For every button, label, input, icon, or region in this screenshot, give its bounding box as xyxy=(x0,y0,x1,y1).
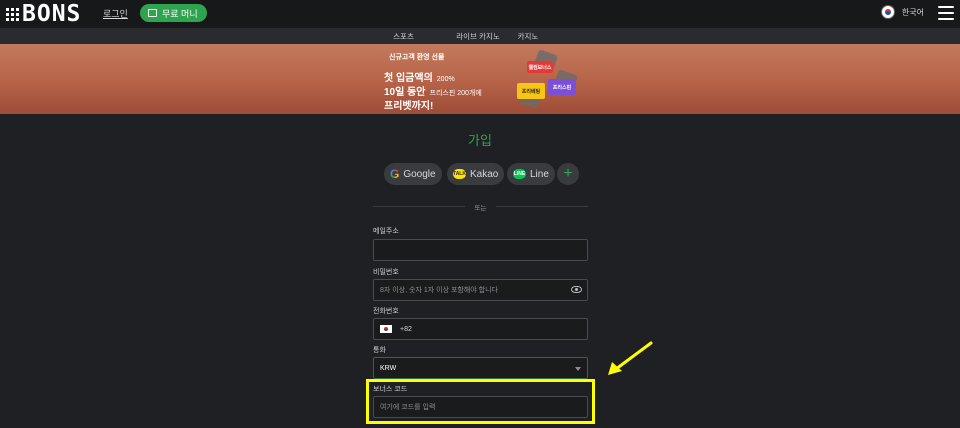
korea-flag-icon[interactable] xyxy=(380,325,392,333)
category-tabs: 스포츠 라이브 카지노 카지노 xyxy=(0,28,960,47)
eye-icon[interactable] xyxy=(571,286,582,293)
page-title: 가입 xyxy=(468,133,492,148)
logo-dots-icon xyxy=(6,7,19,21)
currency-label: 통화 xyxy=(373,347,386,354)
phone-field[interactable]: +82 xyxy=(373,318,588,340)
chevron-down-icon xyxy=(575,367,581,371)
line-login-button[interactable]: LINE Line xyxy=(507,163,555,185)
gift-icon xyxy=(148,9,157,17)
kakao-icon: TALK xyxy=(453,169,466,179)
google-icon: G xyxy=(390,167,400,181)
tab-sports[interactable]: 스포츠 xyxy=(387,31,420,47)
banner-line-2: 10일 동안 프리스핀 200개에 xyxy=(384,87,482,98)
line-icon: LINE xyxy=(513,169,526,179)
more-login-options-button[interactable]: + xyxy=(557,163,579,185)
tab-sports-label: 스포츠 xyxy=(393,32,414,41)
banner-chip-welcome: 웰컴보너스 xyxy=(527,61,553,73)
password-label: 비밀번호 xyxy=(373,269,399,276)
banner-chip-freespin: 프리스핀 xyxy=(548,79,576,95)
tab-casino[interactable]: 카지노 xyxy=(510,31,546,47)
free-money-button[interactable]: 무료 머니 xyxy=(140,4,207,22)
banner-line-3: 프리벳까지! xyxy=(384,101,434,112)
password-placeholder: 8자 이상, 숫자 1자 이상 포함해야 합니다 xyxy=(380,287,498,294)
kakao-login-button[interactable]: TALK Kakao xyxy=(447,163,505,185)
line-label: Line xyxy=(530,168,549,180)
banner-chip-freebet: 프리베팅 xyxy=(517,83,545,99)
phone-code: +82 xyxy=(400,325,412,333)
kakao-label: Kakao xyxy=(470,168,499,180)
tab-live-casino-label: 라이브 카지노 xyxy=(456,32,500,41)
free-money-label: 무료 머니 xyxy=(162,8,198,19)
hamburger-menu-icon[interactable] xyxy=(938,6,954,20)
email-field[interactable] xyxy=(373,239,588,261)
google-label: Google xyxy=(403,168,436,180)
tab-live-casino[interactable]: 라이브 카지노 xyxy=(452,31,504,47)
logo-text: BONS xyxy=(22,1,82,27)
password-field[interactable]: 8자 이상, 숫자 1자 이상 포함해야 합니다 xyxy=(373,279,588,301)
language-selector[interactable]: 한국어 xyxy=(880,5,924,19)
tab-casino-label: 카지노 xyxy=(517,32,539,41)
highlight-box xyxy=(366,379,595,424)
or-divider: 또는 xyxy=(373,205,588,212)
banner-subtitle: 신규고객 환영 선물 xyxy=(389,54,445,61)
phone-label: 전화번호 xyxy=(373,308,399,315)
currency-value: KRW xyxy=(380,364,397,372)
top-bar: BONS 로그인 무료 머니 한국어 xyxy=(0,0,960,28)
login-link[interactable]: 로그인 xyxy=(103,7,128,20)
email-label: 메일주소 xyxy=(373,228,399,235)
bons-logo[interactable]: BONS xyxy=(6,1,82,27)
google-login-button[interactable]: G Google xyxy=(384,163,442,185)
banner-line-1: 첫 입금액의 200% xyxy=(384,73,455,84)
korea-flag-icon xyxy=(880,5,895,19)
or-divider-text: 또는 xyxy=(474,205,487,212)
annotation-arrow-icon xyxy=(608,341,653,375)
currency-select[interactable]: KRW xyxy=(373,357,588,379)
promo-banner[interactable]: 신규고객 환영 선물 첫 입금액의 200% 10일 동안 프리스핀 200개에 프… xyxy=(0,44,960,114)
language-label: 한국어 xyxy=(901,7,924,17)
